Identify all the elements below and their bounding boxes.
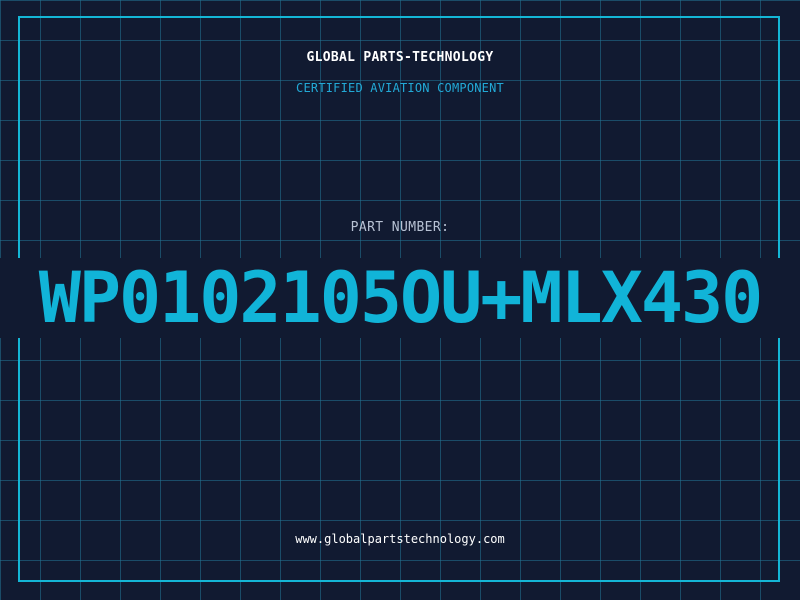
part-number-value: WP0102105OU+MLX430 [38, 257, 764, 339]
certification-subtitle: CERTIFIED AVIATION COMPONENT [296, 81, 504, 95]
certificate-page: GLOBAL PARTS-TECHNOLOGY CERTIFIED AVIATI… [0, 0, 800, 600]
part-number-label: PART NUMBER: [350, 220, 450, 235]
company-name: GLOBAL PARTS-TECHNOLOGY [306, 50, 494, 65]
website-url: www.globalpartstechnology.com [295, 532, 505, 546]
